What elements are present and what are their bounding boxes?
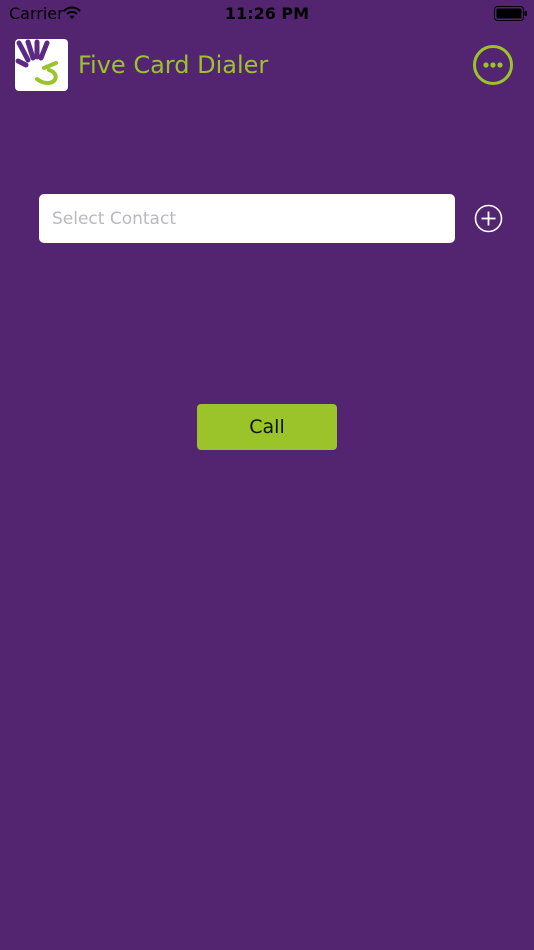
battery-icon (494, 6, 527, 21)
app-title: Five Card Dialer (78, 51, 269, 79)
more-options-icon (483, 62, 503, 68)
status-time: 11:26 PM (224, 4, 310, 23)
add-contact-button[interactable] (474, 204, 503, 233)
call-button[interactable]: Call (197, 404, 337, 450)
status-bar: Carrier 11:26 PM (0, 0, 534, 28)
more-options-button[interactable] (473, 45, 513, 85)
plus-circle-icon (474, 204, 503, 233)
select-contact-input[interactable] (39, 194, 455, 243)
app-logo-icon (15, 39, 68, 91)
